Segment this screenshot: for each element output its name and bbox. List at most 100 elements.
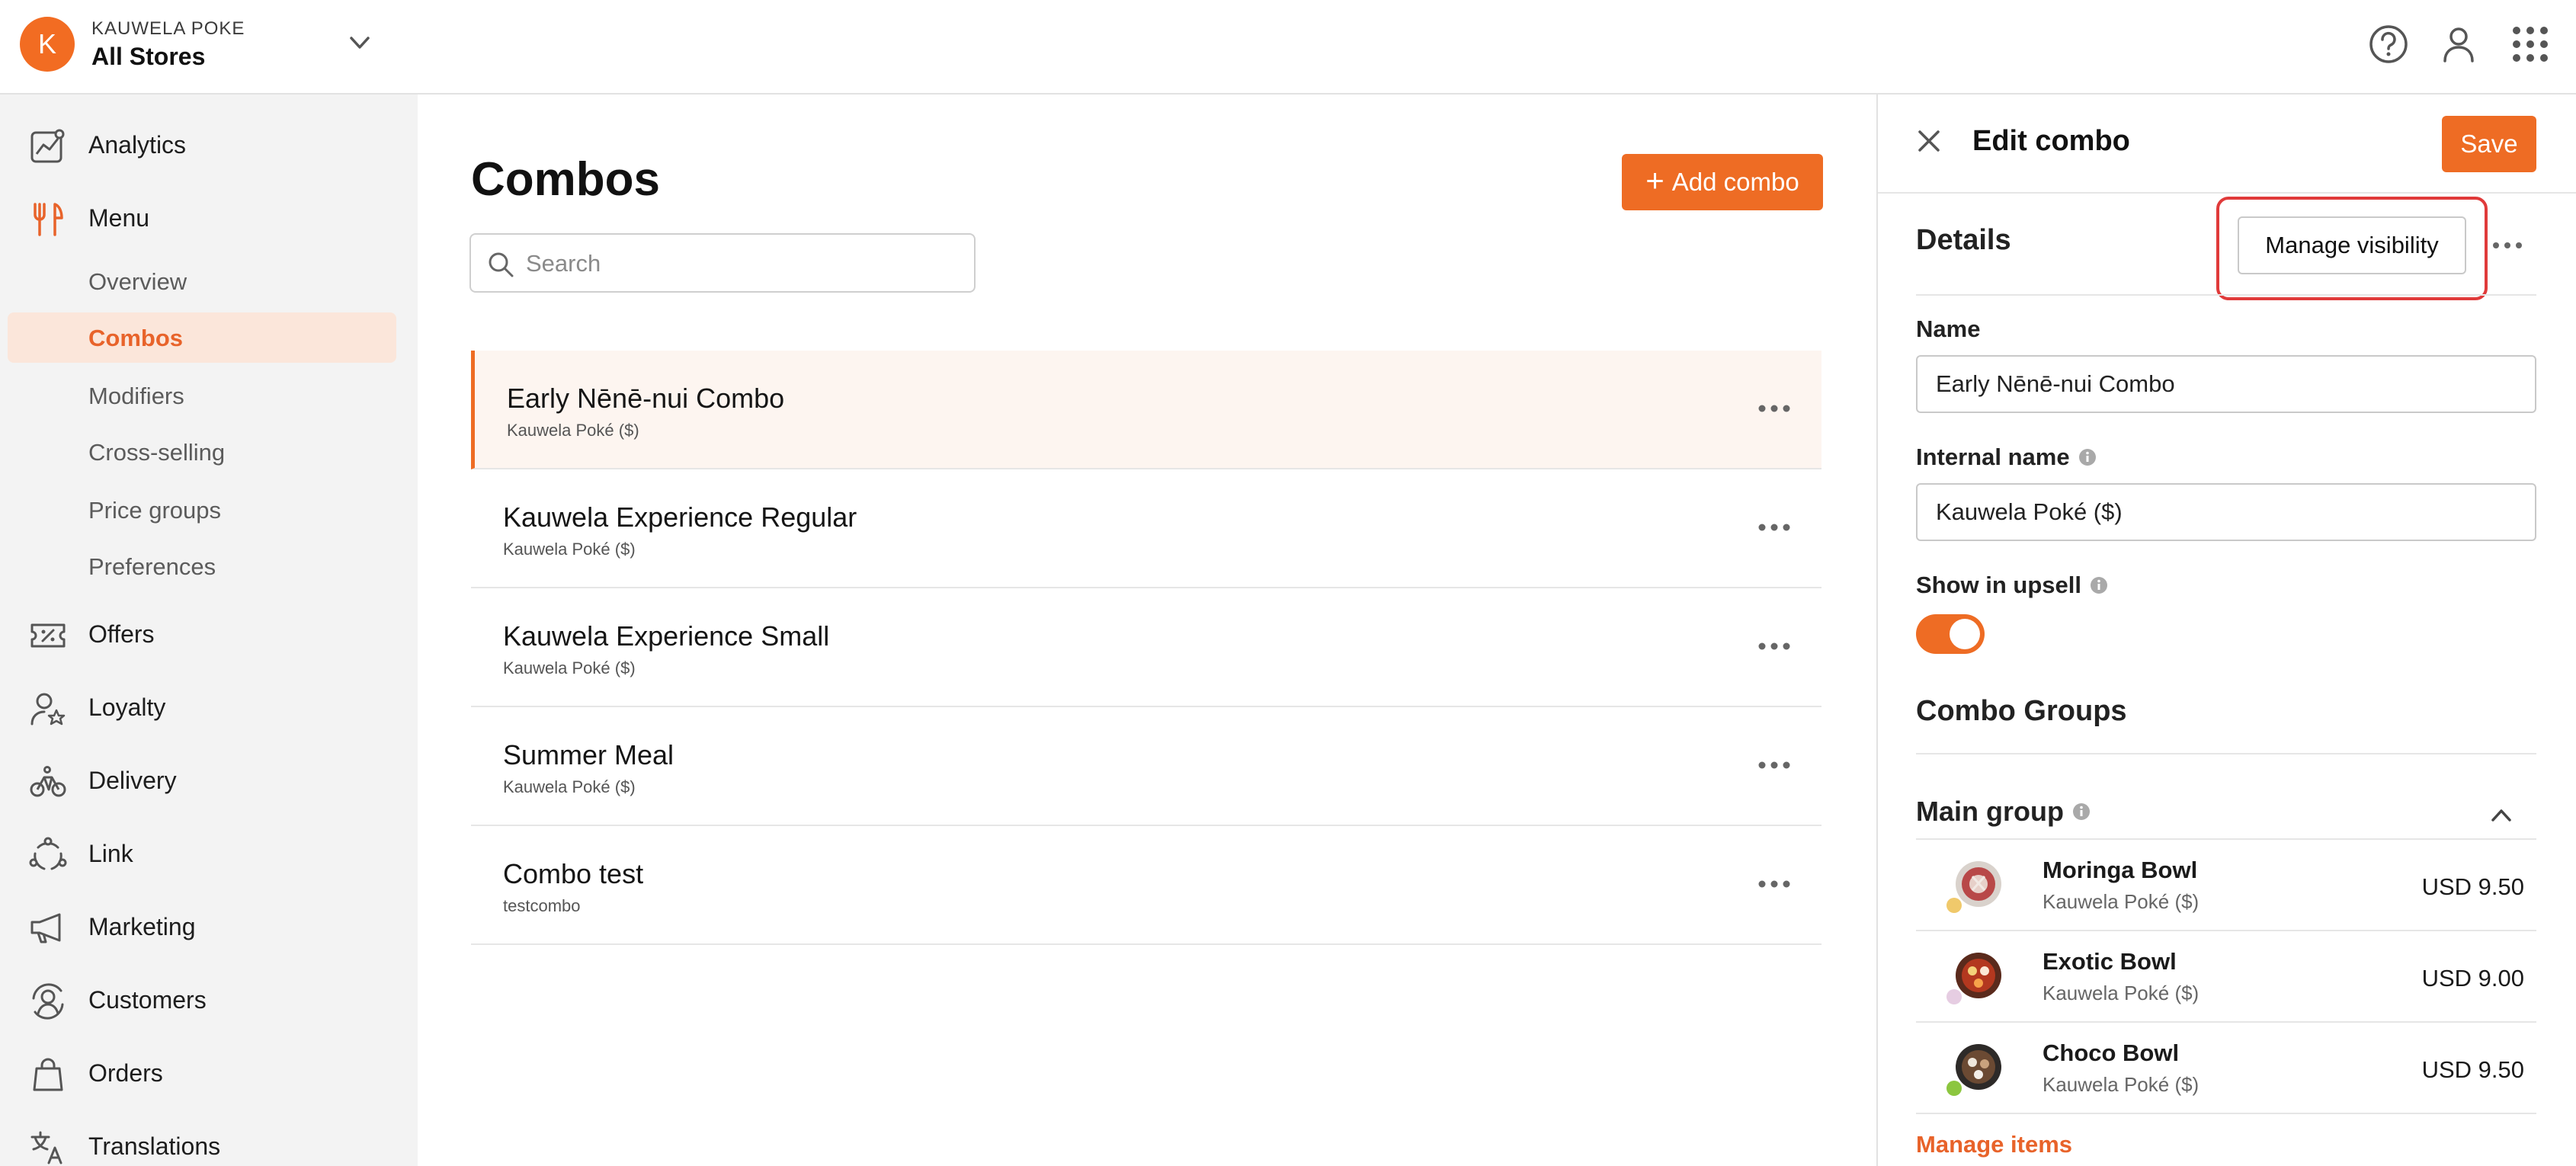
sidebar-item-offers[interactable]: Offers xyxy=(0,607,418,660)
item-price: USD 9.00 xyxy=(2421,965,2524,991)
show-in-upsell-label: Show in upsell xyxy=(1916,572,2109,599)
internal-name-field[interactable] xyxy=(1916,483,2536,541)
panel-title: Edit combo xyxy=(1972,125,2130,157)
store-selector-label[interactable]: All Stores xyxy=(91,43,205,71)
item-subtitle: Kauwela Poké ($) xyxy=(2043,1073,2200,1096)
sidebar-item-link[interactable]: Link xyxy=(0,826,418,879)
combo-name: Early Nēnē-nui Combo xyxy=(507,383,785,414)
combo-subtitle: Kauwela Poké ($) xyxy=(507,421,639,440)
item-name: Choco Bowl xyxy=(2043,1039,2180,1066)
info-icon[interactable] xyxy=(2071,802,2091,822)
list-item[interactable]: Moringa Bowl Kauwela Poké ($) USD 9.50 xyxy=(1916,840,2536,931)
brand-name: KAUWELA POKE xyxy=(91,18,245,39)
main-group-header[interactable]: Main group xyxy=(1916,796,2091,828)
combo-row[interactable]: Early Nēnē-nui Combo Kauwela Poké ($) xyxy=(471,351,1821,469)
choco-bowl-thumbnail xyxy=(1946,1044,2001,1096)
search-input[interactable] xyxy=(526,245,953,282)
sidebar-item-delivery[interactable]: Delivery xyxy=(0,753,418,806)
combo-subtitle: testcombo xyxy=(503,896,581,915)
sidebar-subitem-modifiers[interactable]: Modifiers xyxy=(8,370,396,421)
loyalty-user-star-icon xyxy=(30,693,66,726)
subitem-label: Preferences xyxy=(88,553,216,580)
sidebar-item-customers[interactable]: Customers xyxy=(0,972,418,1026)
search-icon xyxy=(489,252,514,277)
item-subtitle: Kauwela Poké ($) xyxy=(2043,890,2200,913)
sidebar-item-label: Link xyxy=(88,840,133,867)
page-title: Combos xyxy=(471,153,660,206)
combo-name: Kauwela Experience Small xyxy=(503,620,830,652)
search-box[interactable] xyxy=(469,233,976,293)
sidebar-item-label: Orders xyxy=(88,1059,163,1087)
item-name: Exotic Bowl xyxy=(2043,948,2177,975)
chevron-down-icon[interactable] xyxy=(344,27,375,58)
sidebar-item-label: Offers xyxy=(88,620,155,648)
sidebar-subitem-cross-selling[interactable]: Cross-selling xyxy=(8,427,396,477)
combo-row[interactable]: Combo test testcombo xyxy=(471,826,1821,945)
combo-name: Kauwela Experience Regular xyxy=(503,501,857,533)
subitem-label: Cross-selling xyxy=(88,439,226,466)
more-options-icon[interactable] xyxy=(1754,631,1794,661)
more-options-icon[interactable] xyxy=(1754,869,1794,899)
sidebar-item-label: Menu xyxy=(88,204,150,232)
subitem-label: Modifiers xyxy=(88,383,184,409)
close-icon[interactable] xyxy=(1913,125,1945,157)
bag-icon xyxy=(33,1058,63,1091)
item-price: USD 9.50 xyxy=(2421,873,2524,900)
help-icon[interactable] xyxy=(2366,21,2411,67)
combo-row[interactable]: Summer Meal Kauwela Poké ($) xyxy=(471,707,1821,826)
details-section-title: Details xyxy=(1916,224,2011,256)
plus-icon: + xyxy=(1645,162,1664,198)
add-combo-button[interactable]: + Add combo xyxy=(1622,154,1823,210)
combo-row[interactable]: Kauwela Experience Regular Kauwela Poké … xyxy=(471,469,1821,588)
name-label-text: Name xyxy=(1916,316,1981,342)
list-item[interactable]: Exotic Bowl Kauwela Poké ($) USD 9.00 xyxy=(1916,931,2536,1023)
name-field[interactable] xyxy=(1916,355,2536,413)
subitem-label: Combos xyxy=(88,325,183,351)
more-options-icon[interactable] xyxy=(2489,232,2526,259)
analytics-icon xyxy=(30,129,65,163)
info-icon[interactable] xyxy=(2089,575,2109,595)
item-price: USD 9.50 xyxy=(2421,1056,2524,1083)
sidebar-subitem-preferences[interactable]: Preferences xyxy=(8,541,396,591)
sidebar-subitem-price-groups[interactable]: Price groups xyxy=(8,485,396,535)
sidebar-item-label: Delivery xyxy=(88,767,177,794)
user-icon[interactable] xyxy=(2436,21,2481,67)
save-button[interactable]: Save xyxy=(2442,116,2536,172)
translate-icon xyxy=(30,1131,62,1164)
combo-row[interactable]: Kauwela Experience Small Kauwela Poké ($… xyxy=(471,588,1821,707)
list-item[interactable]: Choco Bowl Kauwela Poké ($) USD 9.50 xyxy=(1916,1023,2536,1114)
sidebar-item-analytics[interactable]: Analytics xyxy=(0,117,418,171)
combo-groups-title: Combo Groups xyxy=(1916,695,2127,727)
sidebar-item-loyalty[interactable]: Loyalty xyxy=(0,680,418,733)
item-subtitle: Kauwela Poké ($) xyxy=(2043,982,2200,1004)
subitem-label: Price groups xyxy=(88,497,222,524)
combo-subtitle: Kauwela Poké ($) xyxy=(503,777,636,796)
sidebar-item-orders[interactable]: Orders xyxy=(0,1046,418,1099)
chevron-up-icon[interactable] xyxy=(2486,800,2517,831)
apps-grid-icon[interactable] xyxy=(2507,21,2553,67)
subitem-label: Overview xyxy=(88,268,187,295)
more-options-icon[interactable] xyxy=(1754,512,1794,543)
bike-icon xyxy=(30,766,66,797)
sidebar-subitem-overview[interactable]: Overview xyxy=(8,256,396,306)
customers-icon xyxy=(32,983,64,1020)
add-combo-label: Add combo xyxy=(1671,168,1799,196)
combo-name: Combo test xyxy=(503,858,644,889)
combo-subtitle: Kauwela Poké ($) xyxy=(503,540,636,559)
more-options-icon[interactable] xyxy=(1754,750,1794,780)
name-field-label: Name xyxy=(1916,316,1980,343)
sidebar-item-marketing[interactable]: Marketing xyxy=(0,899,418,953)
sidebar-subitem-combos[interactable]: Combos xyxy=(8,312,396,363)
sidebar-item-label: Analytics xyxy=(88,131,187,159)
more-options-icon[interactable] xyxy=(1754,393,1794,424)
sidebar-item-translations[interactable]: Translations xyxy=(0,1119,418,1166)
info-icon[interactable] xyxy=(2078,447,2097,467)
manage-visibility-button[interactable]: Manage visibility xyxy=(2238,216,2466,274)
combo-list: Early Nēnē-nui Combo Kauwela Poké ($) Ka… xyxy=(471,351,1821,945)
sidebar-item-menu[interactable]: Menu xyxy=(0,191,418,244)
manage-items-link[interactable]: Manage items xyxy=(1916,1131,2072,1158)
combo-name: Summer Meal xyxy=(503,739,674,770)
exotic-bowl-thumbnail xyxy=(1946,953,2001,1004)
show-in-upsell-toggle[interactable] xyxy=(1916,614,1985,654)
fork-knife-icon xyxy=(34,203,63,236)
